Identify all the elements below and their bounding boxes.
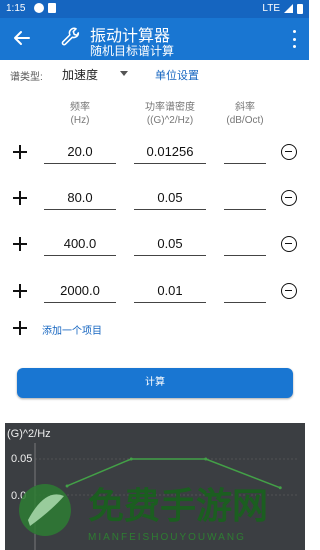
table-row: 80.0 0.05: [0, 186, 309, 216]
unit-settings-button[interactable]: 单位设置: [155, 67, 199, 83]
spectrum-type-value: 加速度: [62, 68, 99, 82]
calculate-button[interactable]: 计算: [17, 368, 293, 398]
y-tick-label: 0.05: [11, 453, 32, 465]
insert-row-plus-icon[interactable]: [12, 190, 28, 206]
page-subtitle: 随机目标谱计算: [90, 44, 175, 58]
frequency-field[interactable]: 2000.0: [44, 279, 116, 303]
status-right: LTE: [262, 3, 303, 14]
sim-icon: [48, 3, 56, 13]
remove-row-minus-icon[interactable]: [281, 144, 297, 160]
remove-row-minus-icon[interactable]: [281, 236, 297, 252]
frequency-field[interactable]: 400.0: [44, 232, 116, 256]
more-menu-icon[interactable]: [291, 30, 297, 48]
wrench-icon: [61, 27, 80, 46]
watermark-title: 免费手游网: [88, 486, 268, 527]
watermark-logo-icon: [19, 484, 71, 536]
spectrum-type-dropdown[interactable]: 加速度: [62, 64, 134, 82]
network-label: LTE: [262, 3, 280, 14]
watermark-subtitle: MIANFEISHOUYOUWANG: [88, 532, 246, 543]
insert-row-plus-icon[interactable]: [12, 144, 28, 160]
psd-field[interactable]: 0.05: [134, 232, 206, 256]
column-header-psd: 功率谱密度 ((G)^2/Hz): [145, 102, 195, 126]
signal-icon: [284, 4, 293, 13]
app-bar: 振动计算器 随机目标谱计算: [0, 18, 309, 60]
psd-field[interactable]: 0.01256: [134, 140, 206, 164]
insert-row-plus-icon[interactable]: [12, 283, 28, 299]
slope-field[interactable]: [224, 279, 266, 303]
status-notification-icons: [34, 3, 56, 13]
status-time: 1:15: [6, 3, 26, 14]
remove-row-minus-icon[interactable]: [281, 283, 297, 299]
frequency-field[interactable]: 80.0: [44, 186, 116, 210]
table-row: 400.0 0.05: [0, 232, 309, 262]
battery-icon: [297, 3, 303, 14]
column-header-frequency: 频率 (Hz): [70, 102, 90, 126]
psd-series-point: [129, 457, 133, 461]
notification-icon: [34, 3, 44, 13]
watermark: 免费手游网 MIANFEISHOUYOUWANG: [19, 484, 268, 543]
add-item-button[interactable]: 添加一个项目: [0, 318, 200, 338]
insert-row-plus-icon[interactable]: [12, 236, 28, 252]
spectrum-type-label: 谱类型:: [10, 72, 43, 83]
remove-row-minus-icon[interactable]: [281, 190, 297, 206]
psd-field[interactable]: 0.05: [134, 186, 206, 210]
table-row: 2000.0 0.01: [0, 279, 309, 309]
add-item-label: 添加一个项目: [42, 326, 102, 337]
slope-field[interactable]: [224, 186, 266, 210]
psd-field[interactable]: 0.01: [134, 279, 206, 303]
table-row: 20.0 0.01256: [0, 140, 309, 170]
column-header-slope: 斜率 (dB/Oct): [226, 102, 264, 126]
slope-field[interactable]: [224, 140, 266, 164]
status-bar: 1:15 LTE: [0, 0, 309, 18]
add-plus-icon: [12, 320, 28, 336]
slope-field[interactable]: [224, 232, 266, 256]
back-arrow-icon[interactable]: [12, 28, 32, 48]
y-axis-label: (G)^2/Hz: [7, 428, 51, 440]
chevron-down-icon: [120, 71, 128, 76]
psd-series-point: [204, 457, 208, 461]
frequency-field[interactable]: 20.0: [44, 140, 116, 164]
